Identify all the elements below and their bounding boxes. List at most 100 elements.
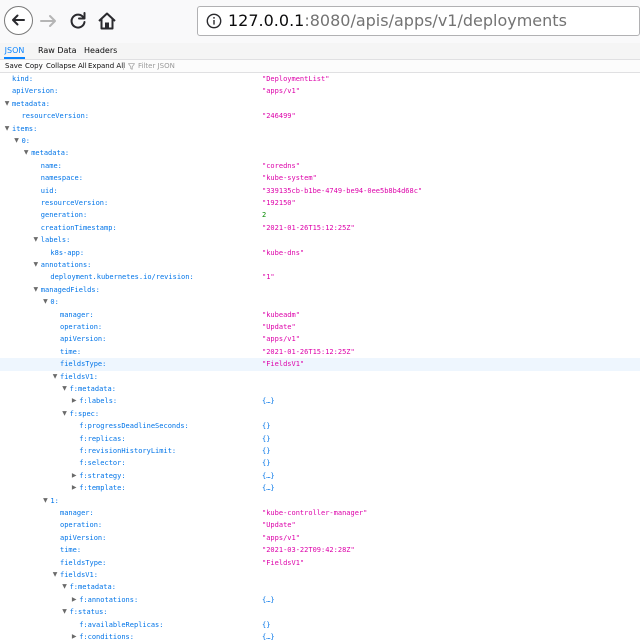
json-row[interactable]: ▼ labels:	[0, 234, 640, 246]
json-value: {…}	[262, 484, 275, 493]
back-button[interactable]	[4, 6, 33, 35]
expanded-twisty-icon[interactable]: ▼	[61, 383, 69, 395]
json-row[interactable]: ▼ annotations:	[0, 259, 640, 271]
json-key: generation:	[40, 211, 88, 220]
forward-button[interactable]	[38, 10, 60, 32]
json-value: "2021-01-26T15:12:25Z"	[262, 347, 355, 356]
expanded-twisty-icon[interactable]: ▼	[41, 495, 49, 507]
json-row[interactable]: ▼ f:metadata:	[0, 581, 640, 593]
json-row[interactable]: apiVersion: "apps/v1"	[0, 333, 640, 345]
json-row[interactable]: resourceVersion: "246499"	[0, 110, 640, 122]
json-row[interactable]: fieldsType: "FieldsV1"	[0, 557, 640, 569]
expanded-twisty-icon[interactable]: ▼	[3, 123, 11, 135]
json-row[interactable]: f:progressDeadlineSeconds: {}	[0, 420, 640, 432]
url-text[interactable]: 127.0.0.1:8080/apis/apps/v1/deployments	[228, 11, 567, 31]
collapsed-twisty-icon[interactable]: ▶	[70, 395, 78, 407]
expand-all-button[interactable]: Expand All	[88, 60, 125, 72]
json-row[interactable]: ▼ 0:	[0, 296, 640, 308]
expanded-twisty-icon[interactable]: ▼	[41, 296, 49, 308]
json-key: metadata:	[12, 99, 50, 108]
copy-button[interactable]: Copy	[25, 60, 43, 72]
json-key: name:	[40, 161, 62, 170]
json-row[interactable]: f:revisionHistoryLimit: {}	[0, 445, 640, 457]
url-bar[interactable]: 127.0.0.1:8080/apis/apps/v1/deployments	[197, 6, 640, 36]
json-row[interactable]: manager: "kubeadm"	[0, 309, 640, 321]
tab-raw-data[interactable]: Raw Data	[38, 43, 76, 59]
json-row[interactable]: ▼ metadata:	[0, 147, 640, 159]
json-key: fieldsType:	[60, 360, 107, 369]
json-row[interactable]: ▶ f:labels: {…}	[0, 395, 640, 407]
reload-button[interactable]	[67, 10, 89, 32]
expanded-twisty-icon[interactable]: ▼	[22, 147, 30, 159]
json-row[interactable]: fieldsType: "FieldsV1"	[0, 358, 640, 371]
expanded-twisty-icon[interactable]: ▼	[3, 98, 11, 110]
site-info-icon[interactable]	[206, 13, 222, 29]
expanded-twisty-icon[interactable]: ▼	[32, 284, 40, 296]
json-value: {…}	[262, 595, 275, 604]
expanded-twisty-icon[interactable]: ▼	[32, 234, 40, 246]
json-row[interactable]: manager: "kube-controller-manager"	[0, 507, 640, 519]
collapsed-twisty-icon[interactable]: ▶	[70, 482, 78, 494]
json-row[interactable]: f:replicas: {}	[0, 433, 640, 445]
json-row[interactable]: deployment.kubernetes.io/revision: "1"	[0, 271, 640, 283]
expanded-twisty-icon[interactable]: ▼	[61, 408, 69, 420]
json-row[interactable]: ▶ f:conditions: {…}	[0, 631, 640, 643]
json-key: namespace:	[40, 174, 83, 183]
json-row[interactable]: ▼ 1:	[0, 495, 640, 507]
json-row[interactable]: time: "2021-03-22T09:42:28Z"	[0, 544, 640, 556]
expanded-twisty-icon[interactable]: ▼	[51, 569, 59, 581]
json-key: resourceVersion:	[21, 112, 90, 121]
tab-json[interactable]: JSON	[4, 43, 25, 59]
tab-headers[interactable]: Headers	[84, 43, 117, 59]
json-value: {…}	[262, 471, 275, 480]
json-row[interactable]: apiVersion: "apps/v1"	[0, 85, 640, 97]
expanded-twisty-icon[interactable]: ▼	[13, 135, 21, 147]
json-value: "Update"	[262, 323, 296, 331]
json-row[interactable]: resourceVersion: "192150"	[0, 197, 640, 209]
json-row[interactable]: apiVersion: "apps/v1"	[0, 532, 640, 544]
expanded-twisty-icon[interactable]: ▼	[61, 581, 69, 593]
json-row[interactable]: ▶ f:template: {…}	[0, 482, 640, 494]
json-row[interactable]: f:selector: {}	[0, 457, 640, 469]
json-row[interactable]: ▶ f:strategy: {…}	[0, 470, 640, 482]
json-row[interactable]: operation: "Update"	[0, 321, 640, 333]
home-button[interactable]	[96, 10, 118, 32]
json-row[interactable]: ▼ f:status:	[0, 606, 640, 618]
json-value: "192150"	[262, 199, 296, 207]
collapse-all-button[interactable]: Collapse All	[46, 60, 87, 72]
collapsed-twisty-icon[interactable]: ▶	[70, 594, 78, 606]
json-value: "2021-03-22T09:42:28Z"	[262, 546, 355, 555]
collapsed-twisty-icon[interactable]: ▶	[70, 470, 78, 482]
expanded-twisty-icon[interactable]: ▼	[61, 606, 69, 618]
json-row[interactable]: k8s-app: "kube-dns"	[0, 247, 640, 259]
json-row[interactable]: namespace: "kube-system"	[0, 172, 640, 184]
json-key: annotations:	[40, 261, 92, 269]
collapsed-twisty-icon[interactable]: ▶	[70, 631, 78, 643]
json-key: f:selector:	[79, 459, 126, 468]
json-row[interactable]: ▼ fieldsV1:	[0, 371, 640, 383]
json-key: fieldsV1:	[60, 571, 98, 579]
json-row[interactable]: ▼ f:spec:	[0, 408, 640, 420]
json-row[interactable]: creationTimestamp: "2021-01-26T15:12:25Z"	[0, 222, 640, 234]
json-key: uid:	[40, 186, 58, 195]
json-key: time:	[60, 347, 82, 356]
json-row[interactable]: ▼ 0:	[0, 135, 640, 147]
json-row[interactable]: uid: "339135cb-b1be-4749-be94-0ee5b8b4d68…	[0, 185, 640, 197]
json-row[interactable]: ▶ f:annotations: {…}	[0, 594, 640, 606]
expanded-twisty-icon[interactable]: ▼	[32, 259, 40, 271]
json-row[interactable]: generation: 2	[0, 209, 640, 221]
expanded-twisty-icon[interactable]: ▼	[51, 371, 59, 383]
json-row[interactable]: kind: "DeploymentList"	[0, 73, 640, 85]
reload-icon	[70, 12, 86, 29]
json-row[interactable]: ▼ items:	[0, 123, 640, 135]
save-button[interactable]: Save	[5, 60, 22, 72]
json-row[interactable]: name: "coredns"	[0, 160, 640, 172]
json-row[interactable]: ▼ managedFields:	[0, 284, 640, 296]
json-row[interactable]: operation: "Update"	[0, 519, 640, 531]
json-row[interactable]: f:availableReplicas: {}	[0, 619, 640, 631]
json-row[interactable]: time: "2021-01-26T15:12:25Z"	[0, 346, 640, 358]
json-row[interactable]: ▼ metadata:	[0, 98, 640, 110]
filter-json-input[interactable]: Filter JSON	[138, 60, 175, 72]
json-row[interactable]: ▼ f:metadata:	[0, 383, 640, 395]
json-row[interactable]: ▼ fieldsV1:	[0, 569, 640, 581]
